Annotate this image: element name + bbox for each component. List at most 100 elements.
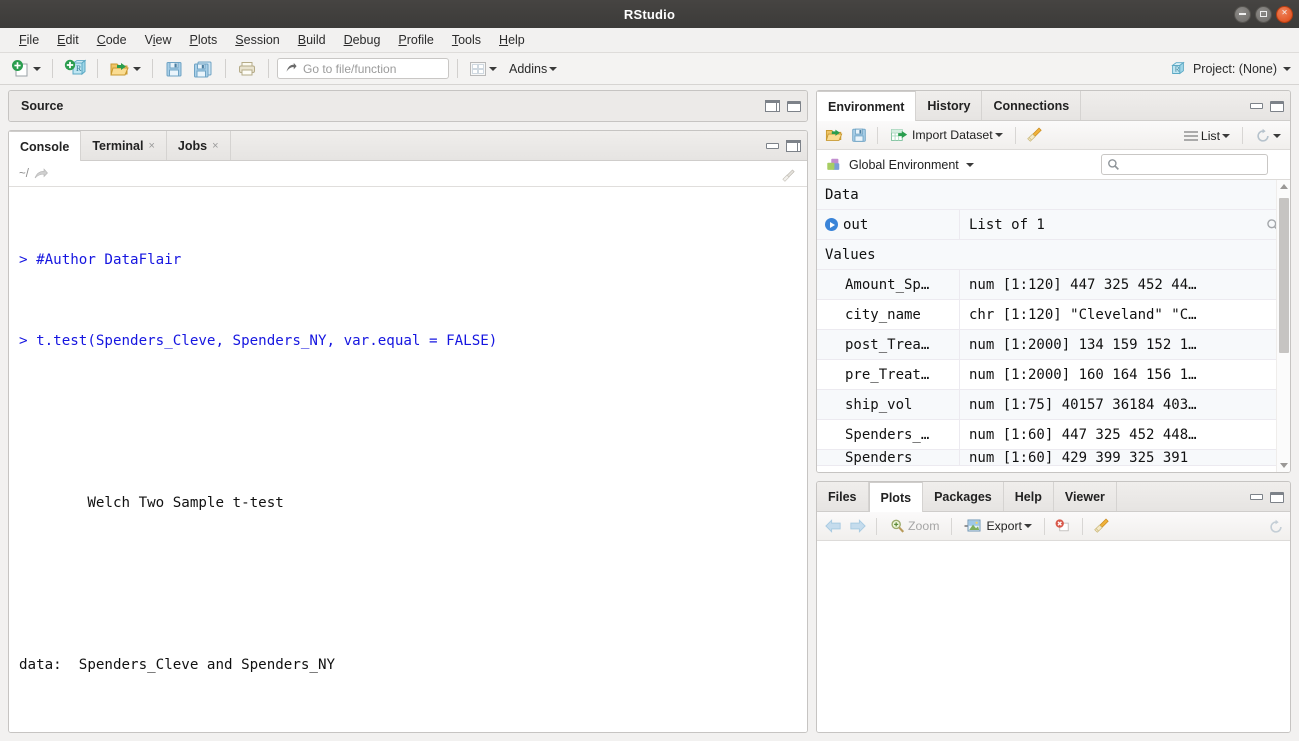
table-row[interactable]: Amount_Sp… num [1:120] 447 325 452 44… bbox=[817, 270, 1290, 300]
new-file-caret[interactable] bbox=[33, 66, 41, 71]
tab-terminal[interactable]: Terminal × bbox=[81, 131, 167, 160]
console-working-directory[interactable]: ~/ bbox=[19, 168, 29, 180]
scroll-down-icon[interactable] bbox=[1280, 463, 1288, 468]
restore-icon[interactable] bbox=[786, 140, 801, 152]
tab-packages[interactable]: Packages bbox=[923, 482, 1004, 511]
table-row[interactable]: ship_vol num [1:75] 40157 36184 403… bbox=[817, 390, 1290, 420]
tab-jobs[interactable]: Jobs × bbox=[167, 131, 231, 160]
open-file-button[interactable] bbox=[106, 57, 144, 81]
toolbar-divider-3 bbox=[1242, 127, 1243, 144]
close-icon[interactable]: × bbox=[148, 140, 154, 152]
toolbar-divider-6 bbox=[457, 59, 458, 78]
workspace: Source Console Terminal × Jobs × ~/ > #A… bbox=[0, 86, 1299, 741]
minimize-button[interactable] bbox=[1234, 5, 1251, 23]
workspace-panes-button[interactable] bbox=[466, 59, 500, 79]
save-workspace-button[interactable] bbox=[850, 126, 868, 144]
maximize-icon[interactable] bbox=[1270, 100, 1284, 112]
tab-console-label: Console bbox=[20, 139, 70, 154]
goto-file-function-input[interactable]: Go to file/function bbox=[277, 58, 449, 79]
close-icon[interactable]: × bbox=[212, 140, 218, 152]
project-caret[interactable] bbox=[1283, 67, 1291, 71]
refresh-caret[interactable] bbox=[1273, 133, 1281, 138]
clear-workspace-button[interactable] bbox=[1025, 126, 1044, 144]
environment-search-input[interactable] bbox=[1101, 154, 1268, 175]
refresh-environment-button[interactable] bbox=[1252, 126, 1284, 146]
save-button[interactable] bbox=[161, 57, 187, 81]
new-file-button[interactable] bbox=[8, 57, 44, 81]
close-button[interactable]: × bbox=[1276, 5, 1293, 23]
tab-connections[interactable]: Connections bbox=[982, 91, 1082, 120]
table-row[interactable]: Spenders_ num [1:60] 429 399 325 391 bbox=[817, 450, 1290, 466]
tab-viewer[interactable]: Viewer bbox=[1054, 482, 1117, 511]
minimize-icon[interactable] bbox=[1250, 494, 1263, 500]
environment-table[interactable]: Data out List of 1 Values Amount_Sp… num… bbox=[817, 180, 1290, 472]
table-row[interactable]: pre_Treat… num [1:2000] 160 164 156 1… bbox=[817, 360, 1290, 390]
clear-plots-button[interactable] bbox=[1092, 517, 1111, 535]
maximize-icon[interactable] bbox=[1270, 491, 1284, 503]
import-dataset-caret[interactable] bbox=[994, 133, 1003, 137]
expand-icon[interactable] bbox=[825, 218, 838, 231]
console-output[interactable]: > #Author DataFlair > t.test(Spenders_Cl… bbox=[9, 187, 807, 732]
addins-caret[interactable] bbox=[549, 66, 558, 71]
menu-plots[interactable]: Plots bbox=[180, 30, 226, 50]
menu-file[interactable]: File bbox=[10, 30, 48, 50]
open-file-caret[interactable] bbox=[133, 66, 141, 71]
scrollbar-thumb[interactable] bbox=[1279, 198, 1289, 353]
new-project-button[interactable]: R bbox=[61, 57, 89, 81]
addins-button[interactable]: Addins bbox=[502, 60, 560, 78]
view-mode-button[interactable]: List bbox=[1180, 127, 1233, 145]
new-project-icon: R bbox=[64, 59, 86, 75]
global-environment-icon bbox=[825, 157, 842, 173]
maximize-icon[interactable] bbox=[787, 100, 801, 112]
view-mode-caret[interactable] bbox=[1222, 133, 1230, 138]
restore-icon[interactable] bbox=[765, 100, 780, 112]
menu-profile[interactable]: Profile bbox=[389, 30, 442, 50]
menu-debug[interactable]: Debug bbox=[335, 30, 390, 50]
panes-caret[interactable] bbox=[489, 66, 497, 71]
menu-help[interactable]: Help bbox=[490, 30, 534, 50]
tab-environment[interactable]: Environment bbox=[817, 91, 917, 121]
print-button[interactable] bbox=[234, 57, 260, 81]
tab-plots[interactable]: Plots bbox=[868, 482, 924, 512]
table-row[interactable]: post_Trea… num [1:2000] 134 159 152 1… bbox=[817, 330, 1290, 360]
environment-scope-caret[interactable] bbox=[965, 162, 974, 167]
table-row[interactable]: city_name chr [1:120] "Cleveland" "C… bbox=[817, 300, 1290, 330]
source-pane: Source bbox=[8, 90, 808, 122]
next-plot-button[interactable] bbox=[848, 518, 867, 534]
minimize-icon[interactable] bbox=[766, 143, 779, 149]
menu-session[interactable]: Session bbox=[226, 30, 288, 50]
environment-scrollbar[interactable] bbox=[1276, 180, 1290, 472]
menu-edit[interactable]: Edit bbox=[48, 30, 88, 50]
refresh-plot-button[interactable] bbox=[1268, 519, 1284, 535]
minimize-icon[interactable] bbox=[1250, 103, 1263, 109]
menu-view[interactable]: View bbox=[136, 30, 181, 50]
menu-code[interactable]: Code bbox=[88, 30, 136, 50]
tab-files[interactable]: Files bbox=[817, 482, 869, 511]
tab-help[interactable]: Help bbox=[1004, 482, 1054, 511]
table-row[interactable]: out List of 1 bbox=[817, 210, 1290, 240]
console-clear-area bbox=[780, 161, 797, 191]
environment-pane-header-icons bbox=[1250, 91, 1284, 121]
export-plot-button[interactable]: Export bbox=[961, 516, 1035, 536]
project-selector[interactable]: R Project: (None) bbox=[1169, 53, 1291, 85]
scroll-up-icon[interactable] bbox=[1280, 184, 1288, 189]
toolbar-divider-2 bbox=[97, 59, 98, 78]
menu-tools[interactable]: Tools bbox=[443, 30, 490, 50]
save-all-button[interactable] bbox=[189, 57, 217, 81]
remove-plot-button[interactable] bbox=[1054, 518, 1073, 534]
environment-toolbar-right: List bbox=[1180, 121, 1284, 150]
svg-text:R: R bbox=[1175, 66, 1180, 74]
broom-icon[interactable] bbox=[780, 168, 797, 184]
import-dataset-button[interactable]: Import Dataset bbox=[887, 125, 1006, 146]
load-workspace-button[interactable] bbox=[824, 126, 845, 144]
tab-console[interactable]: Console bbox=[9, 131, 82, 161]
table-row[interactable]: Spenders_… num [1:60] 447 325 452 448… bbox=[817, 420, 1290, 450]
plot-display-area[interactable] bbox=[817, 541, 1290, 732]
zoom-plot-button[interactable]: Zoom bbox=[886, 516, 942, 536]
previous-plot-button[interactable] bbox=[824, 518, 843, 534]
menu-build[interactable]: Build bbox=[289, 30, 335, 50]
maximize-button[interactable] bbox=[1255, 5, 1272, 23]
tab-history[interactable]: History bbox=[916, 91, 983, 120]
export-caret[interactable] bbox=[1023, 524, 1032, 528]
